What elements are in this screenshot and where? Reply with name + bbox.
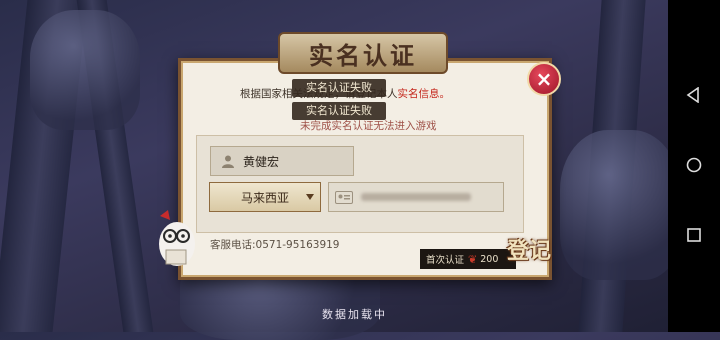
background-character [30, 10, 140, 130]
notice-second-line: 未完成实名认证无法进入游戏 [300, 120, 437, 132]
home-icon[interactable] [686, 157, 702, 173]
loading-text: 数据加载中 [322, 308, 387, 321]
notice-highlight: 实名信息。 [397, 88, 451, 100]
toast-auth-failed: 实名认证失败 [292, 79, 386, 97]
name-value: 黄健宏 [243, 154, 280, 169]
recent-apps-icon[interactable] [686, 227, 702, 243]
country-select[interactable]: 马来西亚 [209, 182, 321, 212]
dialog-title-plaque: 实名认证 [278, 32, 448, 74]
close-button[interactable]: × [527, 62, 561, 96]
first-auth-reward: 首次认证 ❦ 200 [420, 249, 516, 269]
login-label: 登记 [506, 238, 551, 264]
system-nav-bar [668, 0, 720, 332]
reward-count: 200 [480, 253, 499, 265]
name-field[interactable]: 黄健宏 [210, 146, 354, 176]
user-icon [222, 155, 234, 168]
first-auth-label: 首次认证 [426, 255, 465, 266]
login-button[interactable]: 登记 [506, 224, 552, 274]
chevron-down-icon [306, 194, 314, 200]
back-icon[interactable] [686, 87, 702, 103]
id-number-redacted [361, 193, 471, 201]
ruby-icon: ❦ [468, 252, 478, 266]
id-number-field[interactable] [328, 182, 504, 212]
toast-auth-failed: 实名认证失败 [292, 102, 386, 120]
customer-service-phone: 客服电话:0571-95163919 [210, 239, 340, 251]
id-card-icon [335, 190, 353, 204]
close-icon: × [535, 67, 553, 91]
mascot-icon [159, 210, 195, 266]
country-value: 马来西亚 [240, 190, 289, 205]
dialog-title: 实名认证 [309, 40, 417, 70]
background-character [560, 130, 680, 280]
